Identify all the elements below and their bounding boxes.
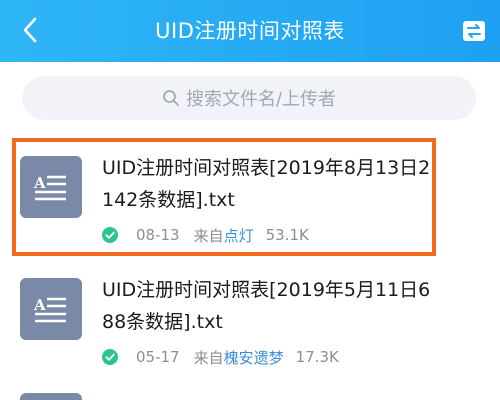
file-list-item[interactable]: A UID注册时间对照表[2019年8月13日2142条数据].txt 08-1… bbox=[0, 140, 500, 256]
file-meta: 08-13 来自 点灯 53.1K bbox=[102, 224, 309, 246]
top-bar: UID注册时间对照表 bbox=[0, 0, 500, 62]
file-date: 05-17 bbox=[136, 348, 180, 366]
svg-text:A: A bbox=[33, 296, 46, 314]
uploader-link[interactable]: 槐安遗梦 bbox=[224, 347, 284, 368]
from-label: 来自 bbox=[193, 348, 224, 367]
file-name: UID注册时间对照表[2019年8月13日2142条数据].txt bbox=[102, 157, 431, 211]
next-file-icon-peek bbox=[20, 393, 82, 400]
page-title: UID注册时间对照表 bbox=[155, 19, 345, 43]
check-circle-icon bbox=[102, 227, 118, 243]
file-size: 53.1K bbox=[265, 226, 309, 244]
sort-button[interactable] bbox=[460, 17, 488, 45]
file-date: 08-13 bbox=[136, 226, 180, 244]
search-section: 搜索文件名/上传者 bbox=[0, 62, 500, 134]
file-list-item[interactable]: A UID注册时间对照表[2019年5月11日688条数据].txt 05-17… bbox=[0, 262, 500, 378]
file-meta: 05-17 来自 槐安遗梦 17.3K bbox=[102, 346, 339, 368]
search-placeholder: 搜索文件名/上传者 bbox=[185, 89, 337, 110]
file-size: 17.3K bbox=[295, 348, 339, 366]
text-file-icon: A bbox=[20, 278, 82, 340]
from-label: 来自 bbox=[193, 226, 224, 245]
search-icon bbox=[163, 90, 179, 106]
svg-text:A: A bbox=[33, 174, 46, 192]
swap-arrows-icon bbox=[463, 21, 485, 41]
check-circle-icon bbox=[102, 349, 118, 365]
uploader-link[interactable]: 点灯 bbox=[224, 225, 254, 246]
back-button[interactable] bbox=[14, 14, 46, 46]
chevron-left-icon bbox=[23, 17, 37, 43]
file-name: UID注册时间对照表[2019年5月11日688条数据].txt bbox=[102, 279, 431, 333]
text-file-icon: A bbox=[20, 156, 82, 218]
search-input[interactable]: 搜索文件名/上传者 bbox=[22, 76, 476, 120]
